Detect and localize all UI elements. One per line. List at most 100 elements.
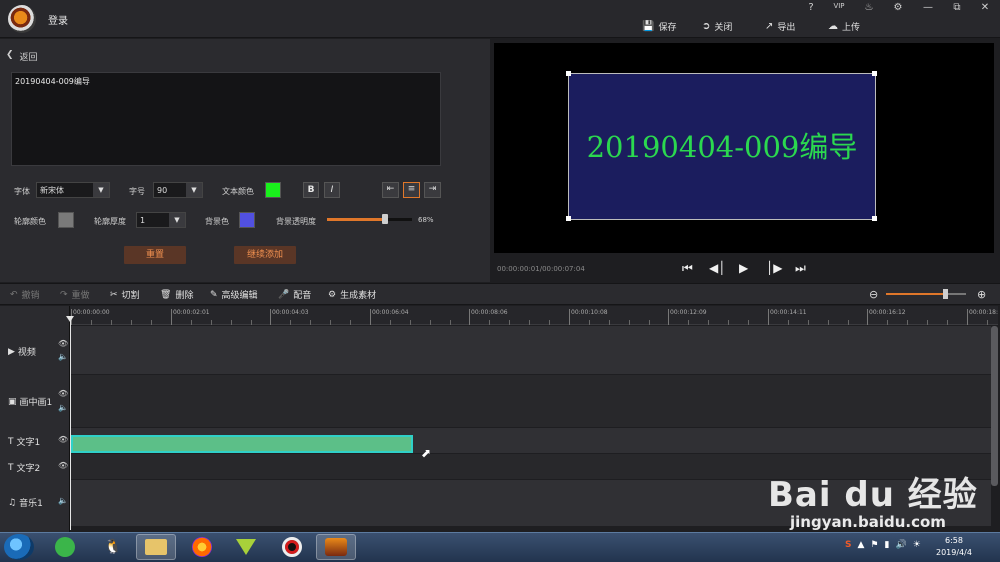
upload-button[interactable]: ☁ 上传	[828, 18, 860, 34]
zoom-in-icon[interactable]: ⊕	[977, 288, 986, 301]
start-button[interactable]	[4, 534, 34, 560]
system-tray: S ▲ ⚑ ▮ 🔊 ☀	[845, 540, 921, 550]
speaker-icon[interactable]: 🔈	[58, 496, 68, 505]
undo-icon: ↶	[10, 289, 18, 300]
resize-handle[interactable]	[872, 216, 877, 221]
next-frame-icon[interactable]: │▶	[766, 261, 782, 275]
bg-opacity-label: 背景透明度	[276, 217, 316, 226]
ruler-minor-tick	[688, 320, 689, 325]
ruler-minor-tick	[430, 320, 431, 325]
bold-button[interactable]: B	[303, 182, 319, 198]
font-label: 字体	[14, 187, 30, 196]
gear-icon[interactable]: ⚙	[889, 2, 907, 16]
ruler-minor-tick	[251, 320, 252, 325]
close-window-icon[interactable]: ✕	[976, 2, 994, 16]
dropdown-arrow-icon: ▼	[93, 183, 109, 197]
ruler-tick-line	[967, 309, 968, 325]
qq-icon[interactable]: 🐧	[93, 534, 133, 560]
resize-handle[interactable]	[872, 71, 877, 76]
firefox-icon[interactable]	[182, 534, 222, 560]
cloud-upload-icon: ☁	[828, 20, 838, 32]
skip-end-icon[interactable]: ⏭	[795, 261, 806, 276]
restore-icon[interactable]: ⧉	[948, 2, 966, 16]
bg-opacity-slider-handle[interactable]	[382, 214, 388, 224]
outline-color-swatch[interactable]	[58, 212, 74, 228]
speaker-icon[interactable]: 🔈	[58, 403, 68, 412]
reset-button[interactable]: 重置	[124, 246, 186, 264]
clock[interactable]: 6:58 2019/4/4	[936, 535, 972, 559]
resize-handle[interactable]	[566, 216, 571, 221]
video-lane[interactable]	[71, 326, 991, 374]
generate-button[interactable]: ⚙ 生成素材	[328, 288, 376, 302]
speaker-icon[interactable]: 🔈	[58, 352, 68, 361]
continue-add-button[interactable]: 继续添加	[234, 246, 296, 264]
eye-icon[interactable]: 👁	[58, 389, 68, 398]
align-left-icon[interactable]: ⇤	[382, 182, 399, 198]
ruler-tick-label: 00:00:04:03	[272, 309, 309, 316]
eye-icon[interactable]: 👁	[58, 461, 68, 470]
prev-frame-icon[interactable]: ◀│	[709, 261, 725, 275]
ruler-tick-line	[768, 309, 769, 325]
tray-expand-icon[interactable]: ▲	[857, 540, 864, 550]
volume-icon[interactable]: 🔊	[895, 540, 906, 550]
text-clip[interactable]	[71, 435, 413, 453]
app-360-icon[interactable]	[45, 534, 85, 560]
eye-icon[interactable]: 👁	[58, 435, 68, 444]
pip-lane[interactable]	[71, 375, 991, 427]
editor-app-icon[interactable]	[316, 534, 356, 560]
save-button[interactable]: 💾 保存	[642, 18, 676, 34]
bell-icon[interactable]: ♨	[860, 2, 878, 16]
sogou-icon[interactable]: S	[845, 540, 851, 550]
ruler-tick-label: 00:00:14:11	[770, 309, 807, 316]
ruler-minor-tick	[708, 320, 709, 325]
text-color-swatch[interactable]	[265, 182, 281, 198]
ruler-minor-tick	[808, 320, 809, 325]
ruler-minor-tick	[111, 320, 112, 325]
resize-handle[interactable]	[566, 71, 571, 76]
dropdown-arrow-icon: ▼	[169, 213, 185, 227]
minimize-icon[interactable]: —	[919, 2, 937, 16]
track-video: ▶ 视频	[8, 346, 36, 359]
battery-icon[interactable]: ▮	[884, 540, 889, 550]
zoom-slider-handle[interactable]	[943, 289, 948, 299]
undo-button[interactable]: ↶ 撤销	[10, 288, 40, 302]
text-content-input[interactable]: 20190404-009编导	[11, 72, 441, 166]
back-button[interactable]: ❮ 返回	[6, 50, 38, 63]
dub-button[interactable]: 🎤 配音	[278, 288, 311, 302]
play-icon[interactable]: ▶	[739, 261, 748, 275]
ruler-minor-tick	[151, 320, 152, 325]
close-button[interactable]: ➲ 关闭	[702, 18, 732, 34]
network-icon[interactable]: ☀	[913, 540, 921, 550]
align-center-icon[interactable]: ≡	[403, 182, 420, 198]
cut-button[interactable]: ✂ 切割	[110, 288, 140, 302]
timeline-scrollbar[interactable]	[991, 326, 998, 486]
advanced-edit-button[interactable]: ✎ 高级编辑	[210, 288, 258, 302]
recorder-icon[interactable]	[272, 534, 312, 560]
bg-opacity-value: 68%	[418, 216, 434, 224]
ruler-minor-tick	[947, 320, 948, 325]
video-app-icon[interactable]	[226, 534, 266, 560]
playhead[interactable]	[70, 318, 71, 530]
italic-button[interactable]: I	[324, 182, 340, 198]
skip-start-icon[interactable]: ⏮	[682, 261, 693, 276]
app-logo[interactable]	[8, 5, 36, 33]
login-link[interactable]: 登录	[48, 12, 68, 27]
font-select[interactable]: 新宋体 ▼	[36, 182, 110, 198]
flag-icon[interactable]: ⚑	[870, 540, 878, 550]
bg-color-swatch[interactable]	[239, 212, 255, 228]
file-explorer-icon[interactable]	[136, 534, 176, 560]
size-label: 字号	[129, 187, 145, 196]
baidu-watermark-url: jingyan.baidu.com	[790, 513, 946, 531]
outline-width-select[interactable]: 1 ▼	[136, 212, 186, 228]
align-right-icon[interactable]: ⇥	[424, 182, 441, 198]
delete-button[interactable]: 🗑 删除	[160, 288, 193, 302]
zoom-out-icon[interactable]: ⊖	[869, 288, 878, 301]
help-icon[interactable]: ?	[802, 2, 820, 16]
vip-icon[interactable]: VIP	[830, 2, 848, 16]
eye-icon[interactable]: 👁	[58, 339, 68, 348]
redo-button[interactable]: ↷ 重做	[60, 288, 90, 302]
size-select[interactable]: 90 ▼	[153, 182, 203, 198]
pencil-icon: ✎	[210, 289, 218, 300]
export-button[interactable]: ↗ 导出	[765, 18, 795, 34]
ruler-minor-tick	[330, 320, 331, 325]
